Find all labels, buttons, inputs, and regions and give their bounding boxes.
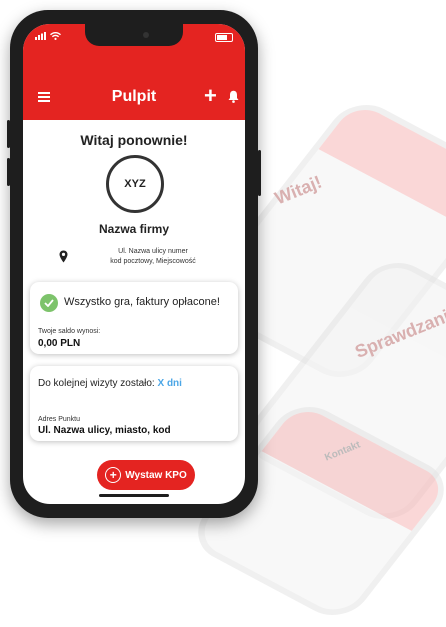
- status-card[interactable]: Wszystko gra, faktury opłacone! Twoje sa…: [30, 282, 238, 354]
- point-label: Adres Punktu: [38, 416, 81, 423]
- balance-value: 0,00 PLN: [38, 338, 81, 349]
- battery-icon: [215, 33, 233, 42]
- point-address: Ul. Nazwa ulicy, miasto, kod: [38, 425, 171, 436]
- phone-frame: Pulpit + Witaj ponownie! XYZ Nazwa firmy…: [7, 10, 261, 518]
- signal-icon: [35, 32, 46, 40]
- welcome-heading: Witaj ponownie!: [80, 132, 188, 148]
- status-message: Wszystko gra, faktury opłacone!: [64, 296, 220, 308]
- address-line2: kod pocztowy, Miejscowość: [110, 258, 196, 265]
- next-visit-days: X dni: [157, 378, 182, 389]
- pin-icon: [59, 250, 68, 263]
- status-bar: [35, 32, 61, 40]
- check-icon: [40, 294, 58, 312]
- home-indicator: [99, 494, 169, 497]
- app-screen: Pulpit + Witaj ponownie! XYZ Nazwa firmy…: [23, 24, 245, 504]
- add-circle-icon: +: [105, 467, 122, 483]
- avatar[interactable]: XYZ: [106, 155, 164, 213]
- power-button: [258, 150, 261, 196]
- next-visit-text: Do kolejnej wizyty zostało: X dni: [38, 378, 182, 389]
- volume-button: [7, 120, 10, 148]
- wifi-icon: [50, 32, 61, 40]
- volume-button: [7, 158, 10, 186]
- address-line1: Ul. Nazwa ulicy numer: [118, 248, 188, 255]
- company-name: Nazwa firmy: [98, 222, 170, 236]
- notch: [85, 24, 183, 46]
- address: Ul. Nazwa ulicy numer kod pocztowy, Miej…: [83, 247, 223, 267]
- bell-icon[interactable]: [228, 90, 239, 103]
- issue-kpo-label: Wystaw KPO: [125, 469, 187, 481]
- issue-kpo-button[interactable]: + Wystaw KPO: [97, 460, 195, 490]
- next-visit-label: Do kolejnej wizyty zostało:: [38, 378, 155, 389]
- visit-card[interactable]: Do kolejnej wizyty zostało: X dni Adres …: [30, 366, 238, 441]
- plus-icon[interactable]: +: [204, 85, 217, 107]
- balance-label: Twoje saldo wynosi:: [38, 328, 101, 335]
